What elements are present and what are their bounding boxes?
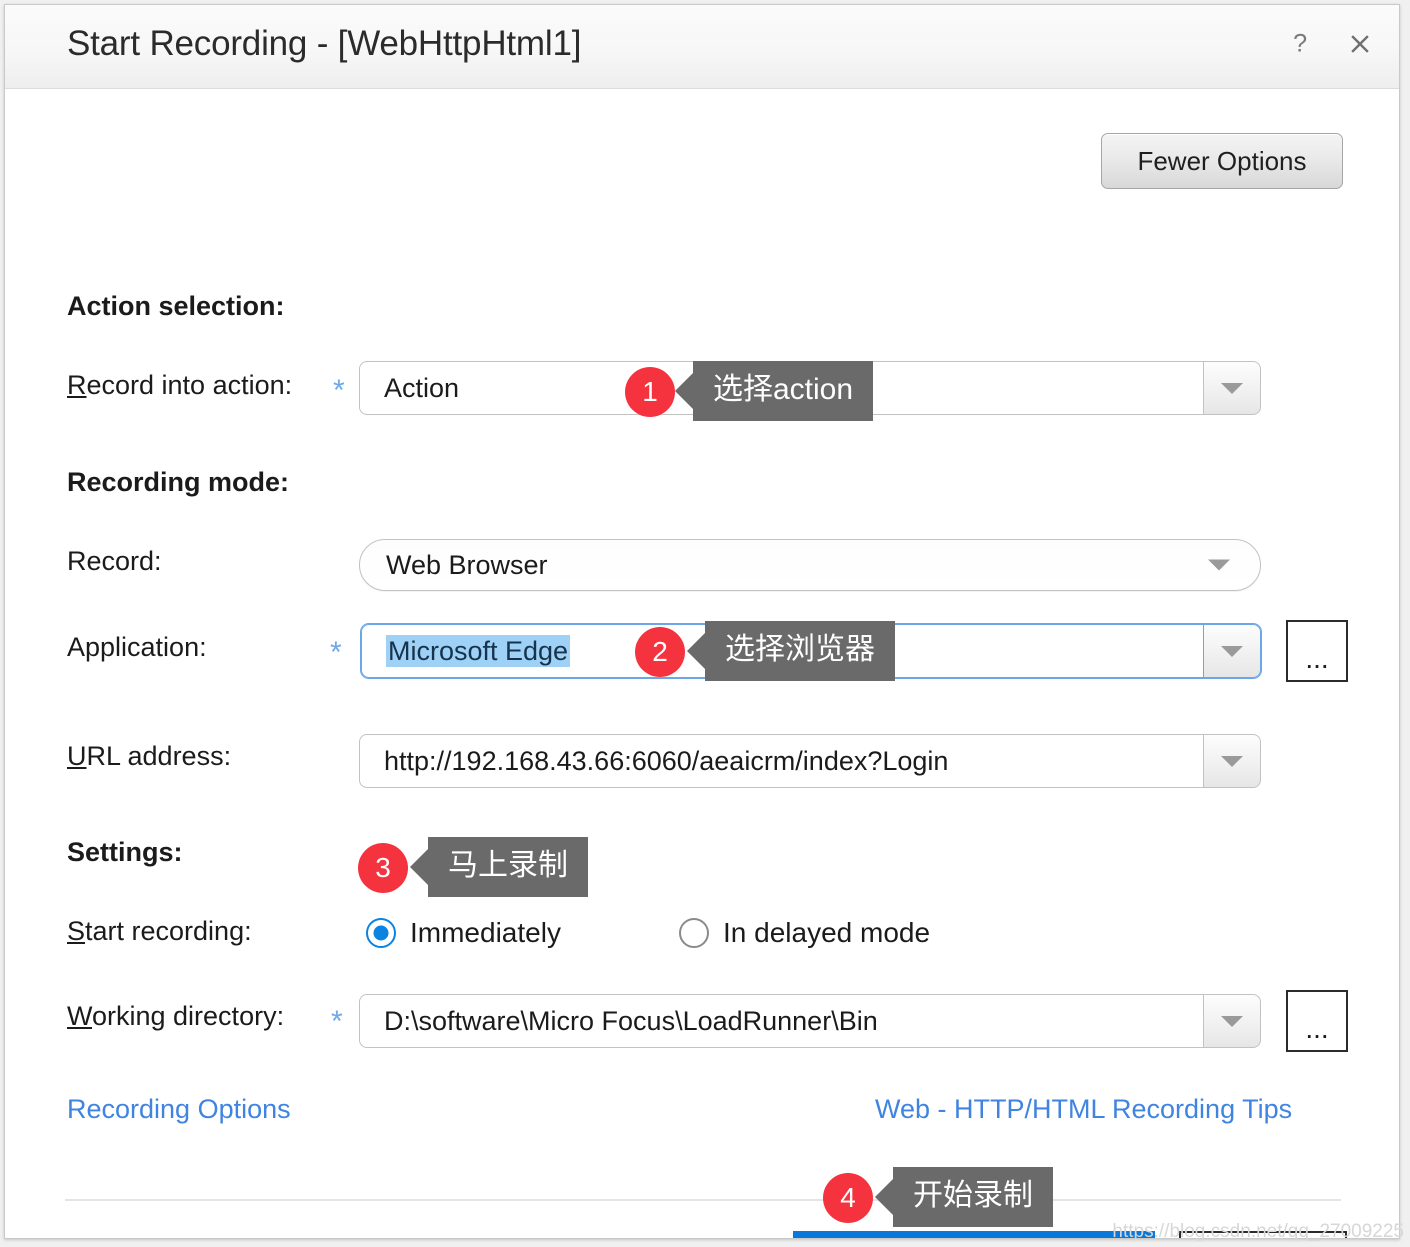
annotation-callout-4: 开始录制 [893,1167,1053,1227]
record-into-action-value: Action [384,372,460,403]
working-directory-textfield[interactable]: D:\software\Micro Focus\LoadRunner\Bin [359,994,1203,1048]
action-selection-heading: Action selection: [67,291,285,321]
url-address-value: http://192.168.43.66:6060/aeaicrm/index?… [384,745,949,776]
watermark: https://blog.csdn.net/qq_27009225 [1112,1221,1404,1242]
footer-separator [65,1199,1341,1201]
working-directory-value: D:\software\Micro Focus\LoadRunner\Bin [384,1005,878,1036]
annotation-badge-3: 3 [358,843,408,893]
start-recording-label-accesskey: S [67,916,86,946]
annotation-callout-3: 马上录制 [428,837,588,897]
url-address-dropdown-button[interactable] [1203,734,1261,788]
application-label: Application: [67,632,207,662]
annotation-badge-1: 1 [625,367,675,417]
fewer-options-button[interactable]: Fewer Options [1101,133,1343,189]
help-icon[interactable]: ? [1283,27,1317,61]
start-recording-label: Start recording: [67,916,252,947]
working-directory-label-rest: orking directory: [92,1001,285,1031]
working-directory-required-marker: * [331,1005,343,1038]
application-value-text: Microsoft Edge [386,634,571,667]
recording-mode-heading: Recording mode: [67,467,290,497]
recording-options-link[interactable]: Recording Options [67,1094,291,1125]
record-value: Web Browser [386,549,548,580]
radio-immediately-label: Immediately [410,917,561,948]
annotation-badge-4: 4 [823,1173,873,1223]
radio-in-delayed-mode-label: In delayed mode [723,917,931,948]
recording-tips-link[interactable]: Web - HTTP/HTML Recording Tips [875,1094,1292,1125]
working-directory-combobox[interactable]: D:\software\Micro Focus\LoadRunner\Bin [359,994,1261,1048]
url-address-label-rest: RL address: [86,741,232,771]
svg-text:?: ? [1293,30,1307,58]
application-browse-button[interactable]: ... [1286,620,1348,682]
url-address-label: URL address: [67,741,231,772]
url-address-textfield[interactable]: http://192.168.43.66:6060/aeaicrm/index?… [359,734,1203,788]
record-combobox[interactable]: Web Browser [359,539,1261,591]
working-directory-label: Working directory: [67,1001,284,1032]
radio-in-delayed-mode[interactable]: In delayed mode [679,917,930,949]
working-directory-label-accesskey: W [67,1001,92,1031]
record-into-action-dropdown-button[interactable] [1203,361,1261,415]
annotation-callout-2: 选择浏览器 [705,621,895,681]
url-address-label-accesskey: U [67,741,87,771]
close-icon[interactable] [1343,27,1377,61]
radio-immediately-mark[interactable] [366,918,396,948]
radio-immediately[interactable]: Immediately [366,917,561,949]
chevron-down-icon [1221,382,1243,394]
record-into-action-label: Record into action: [67,370,292,401]
record-into-action-required-marker: * [333,374,345,407]
start-recording-label-rest: tart recording: [85,916,252,946]
url-address-combobox[interactable]: http://192.168.43.66:6060/aeaicrm/index?… [359,734,1261,788]
chevron-down-icon [1221,755,1243,767]
start-recording-button[interactable]: Start Recording [793,1231,1155,1238]
working-directory-browse-button[interactable]: ... [1286,990,1348,1052]
dialog-titlebar: Start Recording - [WebHttpHtml1] ? [5,5,1399,89]
chevron-down-icon [1221,1015,1243,1027]
radio-in-delayed-mode-mark[interactable] [679,918,709,948]
application-value: Microsoft Edge [362,634,571,667]
record-into-action-label-rest: ecord into action: [86,370,293,400]
chevron-down-icon[interactable] [1208,559,1230,571]
record-label: Record: [67,546,162,576]
working-directory-dropdown-button[interactable] [1203,994,1261,1048]
record-into-action-label-accesskey: R [67,370,87,400]
application-required-marker: * [330,636,342,669]
dialog-title: Start Recording - [WebHttpHtml1] [67,24,582,63]
start-recording-dialog: Start Recording - [WebHttpHtml1] ? Fewer… [4,4,1400,1239]
chevron-down-icon [1221,645,1243,657]
settings-heading: Settings: [67,837,183,867]
screenshot-root: Start Recording - [WebHttpHtml1] ? Fewer… [0,0,1410,1247]
annotation-callout-1: 选择action [693,361,874,421]
annotation-badge-2: 2 [635,627,685,677]
titlebar-buttons: ? [1283,27,1377,61]
application-dropdown-button[interactable] [1203,624,1261,678]
